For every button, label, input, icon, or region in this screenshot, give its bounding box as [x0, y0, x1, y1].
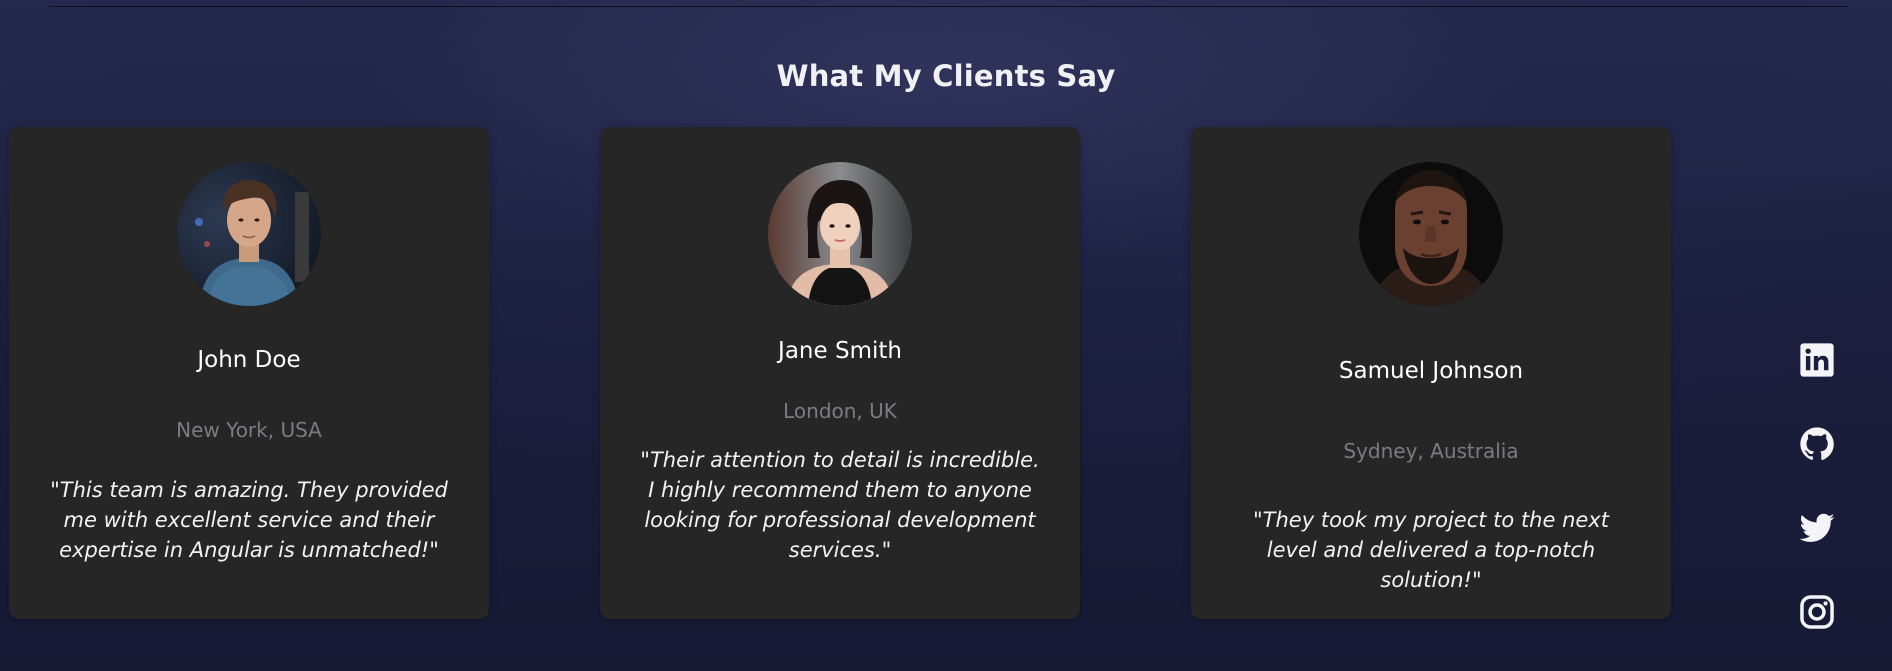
testimonial-card: John Doe New York, USA "This team is ama…	[9, 127, 489, 619]
bearded-man-portrait-image	[1359, 162, 1503, 306]
linkedin-link[interactable]	[1795, 338, 1839, 382]
section-title: What My Clients Say	[776, 59, 1116, 93]
client-location: London, UK	[783, 399, 897, 423]
client-name: Samuel Johnson	[1338, 358, 1524, 384]
client-location: Sydney, Australia	[1343, 439, 1519, 463]
client-quote: "Their attention to detail is incredible…	[640, 448, 1040, 562]
avatar	[177, 162, 321, 306]
linkedin-icon	[1800, 343, 1834, 377]
client-quote: "This team is amazing. They provided me …	[50, 478, 448, 562]
twitter-link[interactable]	[1795, 506, 1839, 550]
avatar	[1359, 162, 1503, 306]
young-man-portrait-image	[177, 162, 321, 306]
testimonial-card: Samuel Johnson Sydney, Australia "They t…	[1191, 127, 1671, 619]
instagram-link[interactable]	[1795, 590, 1839, 634]
client-quote: "They took my project to the next level …	[1253, 508, 1609, 592]
avatar	[768, 162, 912, 306]
twitter-icon	[1799, 513, 1835, 542]
testimonial-card: Jane Smith London, UK "Their attention t…	[600, 127, 1080, 619]
github-icon	[1800, 427, 1834, 461]
young-woman-portrait-image	[768, 162, 912, 306]
client-name: John Doe	[197, 347, 301, 373]
client-name: Jane Smith	[778, 338, 902, 364]
top-divider	[49, 6, 1848, 7]
instagram-icon	[1800, 595, 1834, 629]
client-location: New York, USA	[176, 418, 322, 442]
github-link[interactable]	[1795, 422, 1839, 466]
